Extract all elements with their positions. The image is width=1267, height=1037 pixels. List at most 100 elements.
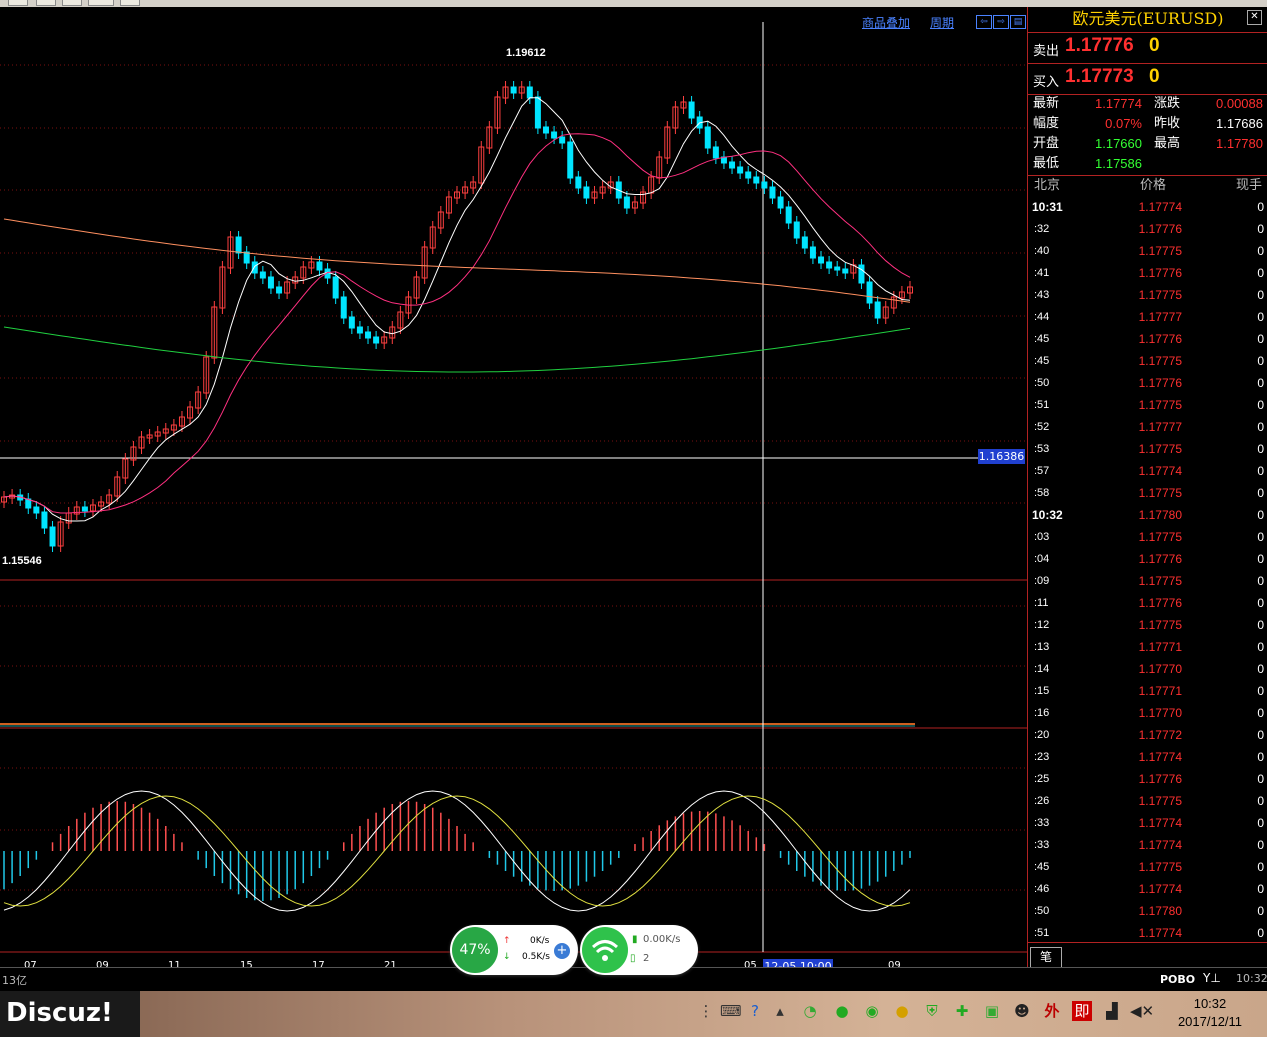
- stat-value: 1.17660: [1095, 136, 1142, 151]
- candle-body: [542, 126, 549, 134]
- candle-body: [818, 256, 825, 264]
- overlay-link[interactable]: 商品叠加: [862, 14, 910, 31]
- tick-volume: 0: [1257, 926, 1264, 940]
- wifi-tray-icon[interactable]: ◔: [800, 1001, 820, 1021]
- stat-value: 0.07%: [1105, 116, 1142, 131]
- tick-time: :09: [1034, 575, 1050, 587]
- tick-row: :58 1.17775 0: [1028, 482, 1267, 504]
- tick-table-header: 北京 价格 现手: [1028, 175, 1267, 196]
- tick-time: :50: [1034, 377, 1050, 389]
- candle-body: [316, 261, 323, 271]
- yellow-app-icon[interactable]: ●: [892, 1001, 912, 1021]
- show-hidden-icons[interactable]: ⋮: [696, 1001, 716, 1021]
- help-icon[interactable]: ?: [745, 1001, 765, 1021]
- tick-row: :57 1.17774 0: [1028, 460, 1267, 482]
- candle-body: [567, 141, 574, 179]
- panel-footer: 笔: [1028, 942, 1267, 968]
- tick-price: 1.17777: [1138, 420, 1182, 434]
- tick-time: :46: [1034, 883, 1050, 895]
- candle-body: [534, 96, 541, 129]
- strip-tab-4[interactable]: [88, 0, 114, 6]
- tick-row: :51 1.17774 0: [1028, 922, 1267, 944]
- candle-body: [365, 331, 372, 339]
- tick-row: :04 1.17776 0: [1028, 548, 1267, 570]
- network-speed-widget[interactable]: 47% ↑ 0K/s ↓ 0.5K/s +: [450, 925, 578, 975]
- green-app-icon[interactable]: ◉: [862, 1001, 882, 1021]
- wechat-icon[interactable]: ●: [832, 1001, 852, 1021]
- tick-volume: 0: [1257, 574, 1264, 588]
- volume-muted-icon[interactable]: ◀✕: [1130, 1001, 1154, 1021]
- next-arrow-icon[interactable]: ⇨: [993, 15, 1009, 29]
- candle-body: [737, 166, 744, 174]
- candle-body: [49, 526, 56, 547]
- tick-price: 1.17771: [1138, 640, 1182, 654]
- candlestick-chart[interactable]: 商品叠加 周期 ⇦ ⇨ ▤ 1.19612 1.15546 1.16386 07…: [0, 7, 1027, 974]
- security-shield-icon[interactable]: ⛨: [922, 1001, 942, 1021]
- tab-trades[interactable]: 笔: [1030, 947, 1062, 968]
- candle-body: [510, 86, 517, 94]
- tick-time: :44: [1034, 311, 1050, 323]
- ma-line-green: [3, 326, 911, 373]
- wifi-rate: 0.00K/s: [643, 934, 681, 945]
- period-link[interactable]: 周期: [930, 14, 954, 31]
- tick-time: :26: [1034, 795, 1050, 807]
- tick-row: :13 1.17771 0: [1028, 636, 1267, 658]
- candle-body: [785, 206, 792, 224]
- tick-volume: 0: [1257, 816, 1264, 830]
- tick-volume: 0: [1257, 398, 1264, 412]
- candle-body: [356, 326, 363, 334]
- taskbar-clock[interactable]: 10:32 2017/12/11: [1160, 995, 1260, 1031]
- tick-price: 1.17775: [1138, 574, 1182, 588]
- candle-body: [866, 281, 873, 304]
- nvidia-icon[interactable]: ▣: [982, 1001, 1002, 1021]
- ime2-icon[interactable]: 即: [1072, 1001, 1092, 1021]
- strip-tab-2[interactable]: [36, 0, 56, 6]
- qq-penguin-icon[interactable]: ☻: [1012, 1001, 1032, 1021]
- tick-volume: 0: [1257, 420, 1264, 434]
- layout-grid-icon[interactable]: ▤: [1010, 15, 1026, 29]
- buy-quote: 买入 1.17773 0: [1028, 64, 1267, 95]
- header-time: 北京: [1034, 178, 1061, 193]
- tick-volume: 0: [1257, 288, 1264, 302]
- tick-time: :13: [1034, 641, 1050, 653]
- tick-time: :33: [1034, 817, 1050, 829]
- ime-icon[interactable]: 外: [1042, 1001, 1062, 1021]
- tick-price: 1.17775: [1138, 398, 1182, 412]
- quote-panel: 欧元美元(EURUSD) ✕ 卖出 1.17776 0 买入 1.17773 0…: [1027, 7, 1267, 968]
- tick-time: :51: [1034, 399, 1050, 411]
- strip-tab-3[interactable]: [62, 0, 82, 6]
- keyboard-icon[interactable]: ⌨: [720, 1001, 742, 1021]
- download-arrow-icon: ↓: [503, 952, 511, 962]
- tick-volume: 0: [1257, 376, 1264, 390]
- prev-arrow-icon[interactable]: ⇦: [976, 15, 992, 29]
- plus-shield-icon[interactable]: ✚: [952, 1001, 972, 1021]
- signal-icon: Y⊥: [1203, 971, 1221, 985]
- plus-icon[interactable]: +: [554, 943, 570, 959]
- tick-price: 1.17774: [1138, 838, 1182, 852]
- tick-row: :41 1.17776 0: [1028, 262, 1267, 284]
- close-icon[interactable]: ✕: [1247, 10, 1262, 25]
- buy-volume: 0: [1149, 66, 1160, 87]
- tick-volume: 0: [1257, 728, 1264, 742]
- strip-tab-5[interactable]: [120, 0, 140, 6]
- candle-body: [834, 266, 841, 271]
- signal-tray-icon[interactable]: ▟: [1102, 1001, 1122, 1021]
- tick-time: :14: [1034, 663, 1050, 675]
- tick-time: :15: [1034, 685, 1050, 697]
- strip-tab-1[interactable]: [8, 0, 28, 6]
- tick-row: :50 1.17776 0: [1028, 372, 1267, 394]
- tick-volume: 0: [1257, 464, 1264, 478]
- candle-body: [793, 221, 800, 239]
- tick-time: :57: [1034, 465, 1050, 477]
- candle-body: [704, 126, 711, 149]
- tick-price: 1.17775: [1138, 486, 1182, 500]
- candle-body: [276, 286, 283, 294]
- tray-up-icon[interactable]: ▴: [770, 1001, 790, 1021]
- candle-body: [874, 301, 881, 319]
- buy-label: 买入: [1033, 75, 1060, 90]
- tick-price: 1.17771: [1138, 684, 1182, 698]
- wifi-widget[interactable]: ▮ 0.00K/s ▯ 2: [580, 925, 698, 975]
- high-price-label: 1.19612: [506, 47, 546, 59]
- tick-volume: 0: [1257, 750, 1264, 764]
- candle-body: [583, 186, 590, 199]
